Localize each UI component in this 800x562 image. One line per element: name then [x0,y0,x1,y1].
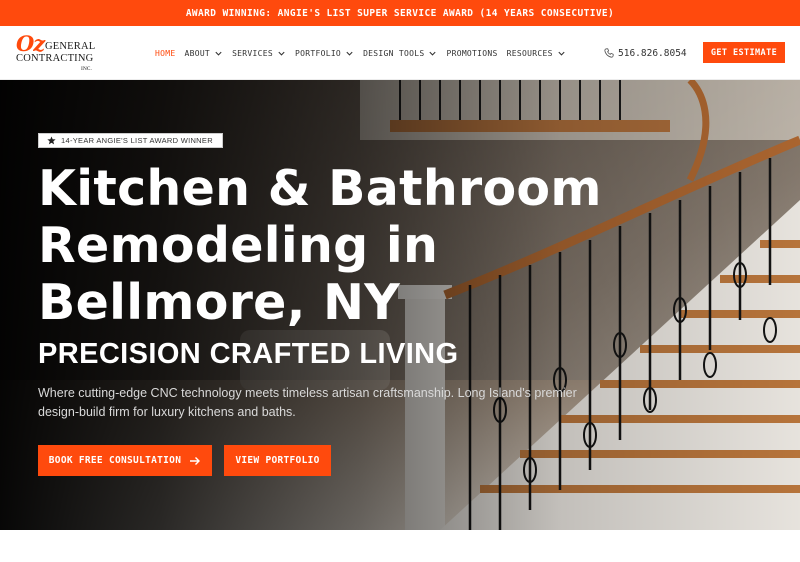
nav-item-resources[interactable]: RESOURCES [507,49,566,58]
nav-item-promotions[interactable]: PROMOTIONS [446,49,497,58]
logo-text-line1: GENERAL [45,41,96,52]
book-consultation-button[interactable]: BOOK FREE CONSULTATION [38,445,212,476]
nav-item-services[interactable]: SERVICES [232,49,286,58]
chevron-down-icon [558,51,565,56]
hero-description: Where cutting-edge CNC technology meets … [38,386,577,419]
arrow-right-icon [190,456,201,465]
phone-icon [604,48,614,58]
announcement-text: AWARD WINNING: ANGIE'S LIST SUPER SERVIC… [185,7,615,19]
chevron-down-icon [278,51,285,56]
chevron-down-icon [215,51,222,56]
award-badge: 14-YEAR ANGIE'S LIST AWARD WINNER [38,133,223,148]
logo-text-line3: INC. [81,66,92,72]
nav-item-design-tools[interactable]: DESIGN TOOLS [363,49,437,58]
logo-text-line2: CONTRACTING [16,53,94,64]
chevron-down-icon [346,51,353,56]
nav-item-label: PORTFOLIO [295,48,342,58]
nav-item-portfolio[interactable]: PORTFOLIO [295,49,354,58]
hero-subheading: PRECISION CRAFTED LIVING [38,338,459,370]
nav-item-label: RESOURCES [506,48,553,58]
hero-heading-line1: Kitchen & Bathroom [38,160,602,217]
chevron-down-icon [429,51,437,56]
main-header: Oz GENERAL CONTRACTING INC. HOME ABOUT S… [0,26,800,80]
view-portfolio-button[interactable]: VIEW PORTFOLIO [224,445,331,476]
main-nav: HOME ABOUT SERVICES PORTFOLIO DESIGN TOO… [155,26,575,80]
badge-text: 14-YEAR ANGIE'S LIST AWARD WINNER [61,136,213,145]
nav-item-label: SERVICES [232,48,273,58]
hero-section: 14-YEAR ANGIE'S LIST AWARD WINNER Kitche… [0,80,800,530]
nav-item-label: HOME [155,48,176,58]
phone-link[interactable]: 516.826.8054 [604,26,687,80]
hero-heading-line3: Bellmore, NY [38,274,401,331]
nav-item-label: PROMOTIONS [446,48,498,58]
phone-number: 516.826.8054 [618,47,687,59]
get-estimate-button[interactable]: GET ESTIMATE [703,42,785,63]
site-logo[interactable]: Oz GENERAL CONTRACTING INC. [16,31,106,74]
nav-item-about[interactable]: ABOUT [184,49,223,58]
hero-heading-line2: Remodeling in [38,217,439,274]
announcement-bar: AWARD WINNING: ANGIE'S LIST SUPER SERVIC… [0,0,800,26]
star-icon [47,136,56,145]
book-consultation-label: BOOK FREE CONSULTATION [48,455,182,466]
hero-heading: Kitchen & Bathroom Remodeling in Bellmor… [38,160,658,331]
nav-item-home[interactable]: HOME [155,49,175,58]
nav-item-label: DESIGN TOOLS [363,48,425,58]
nav-item-label: ABOUT [184,48,211,58]
